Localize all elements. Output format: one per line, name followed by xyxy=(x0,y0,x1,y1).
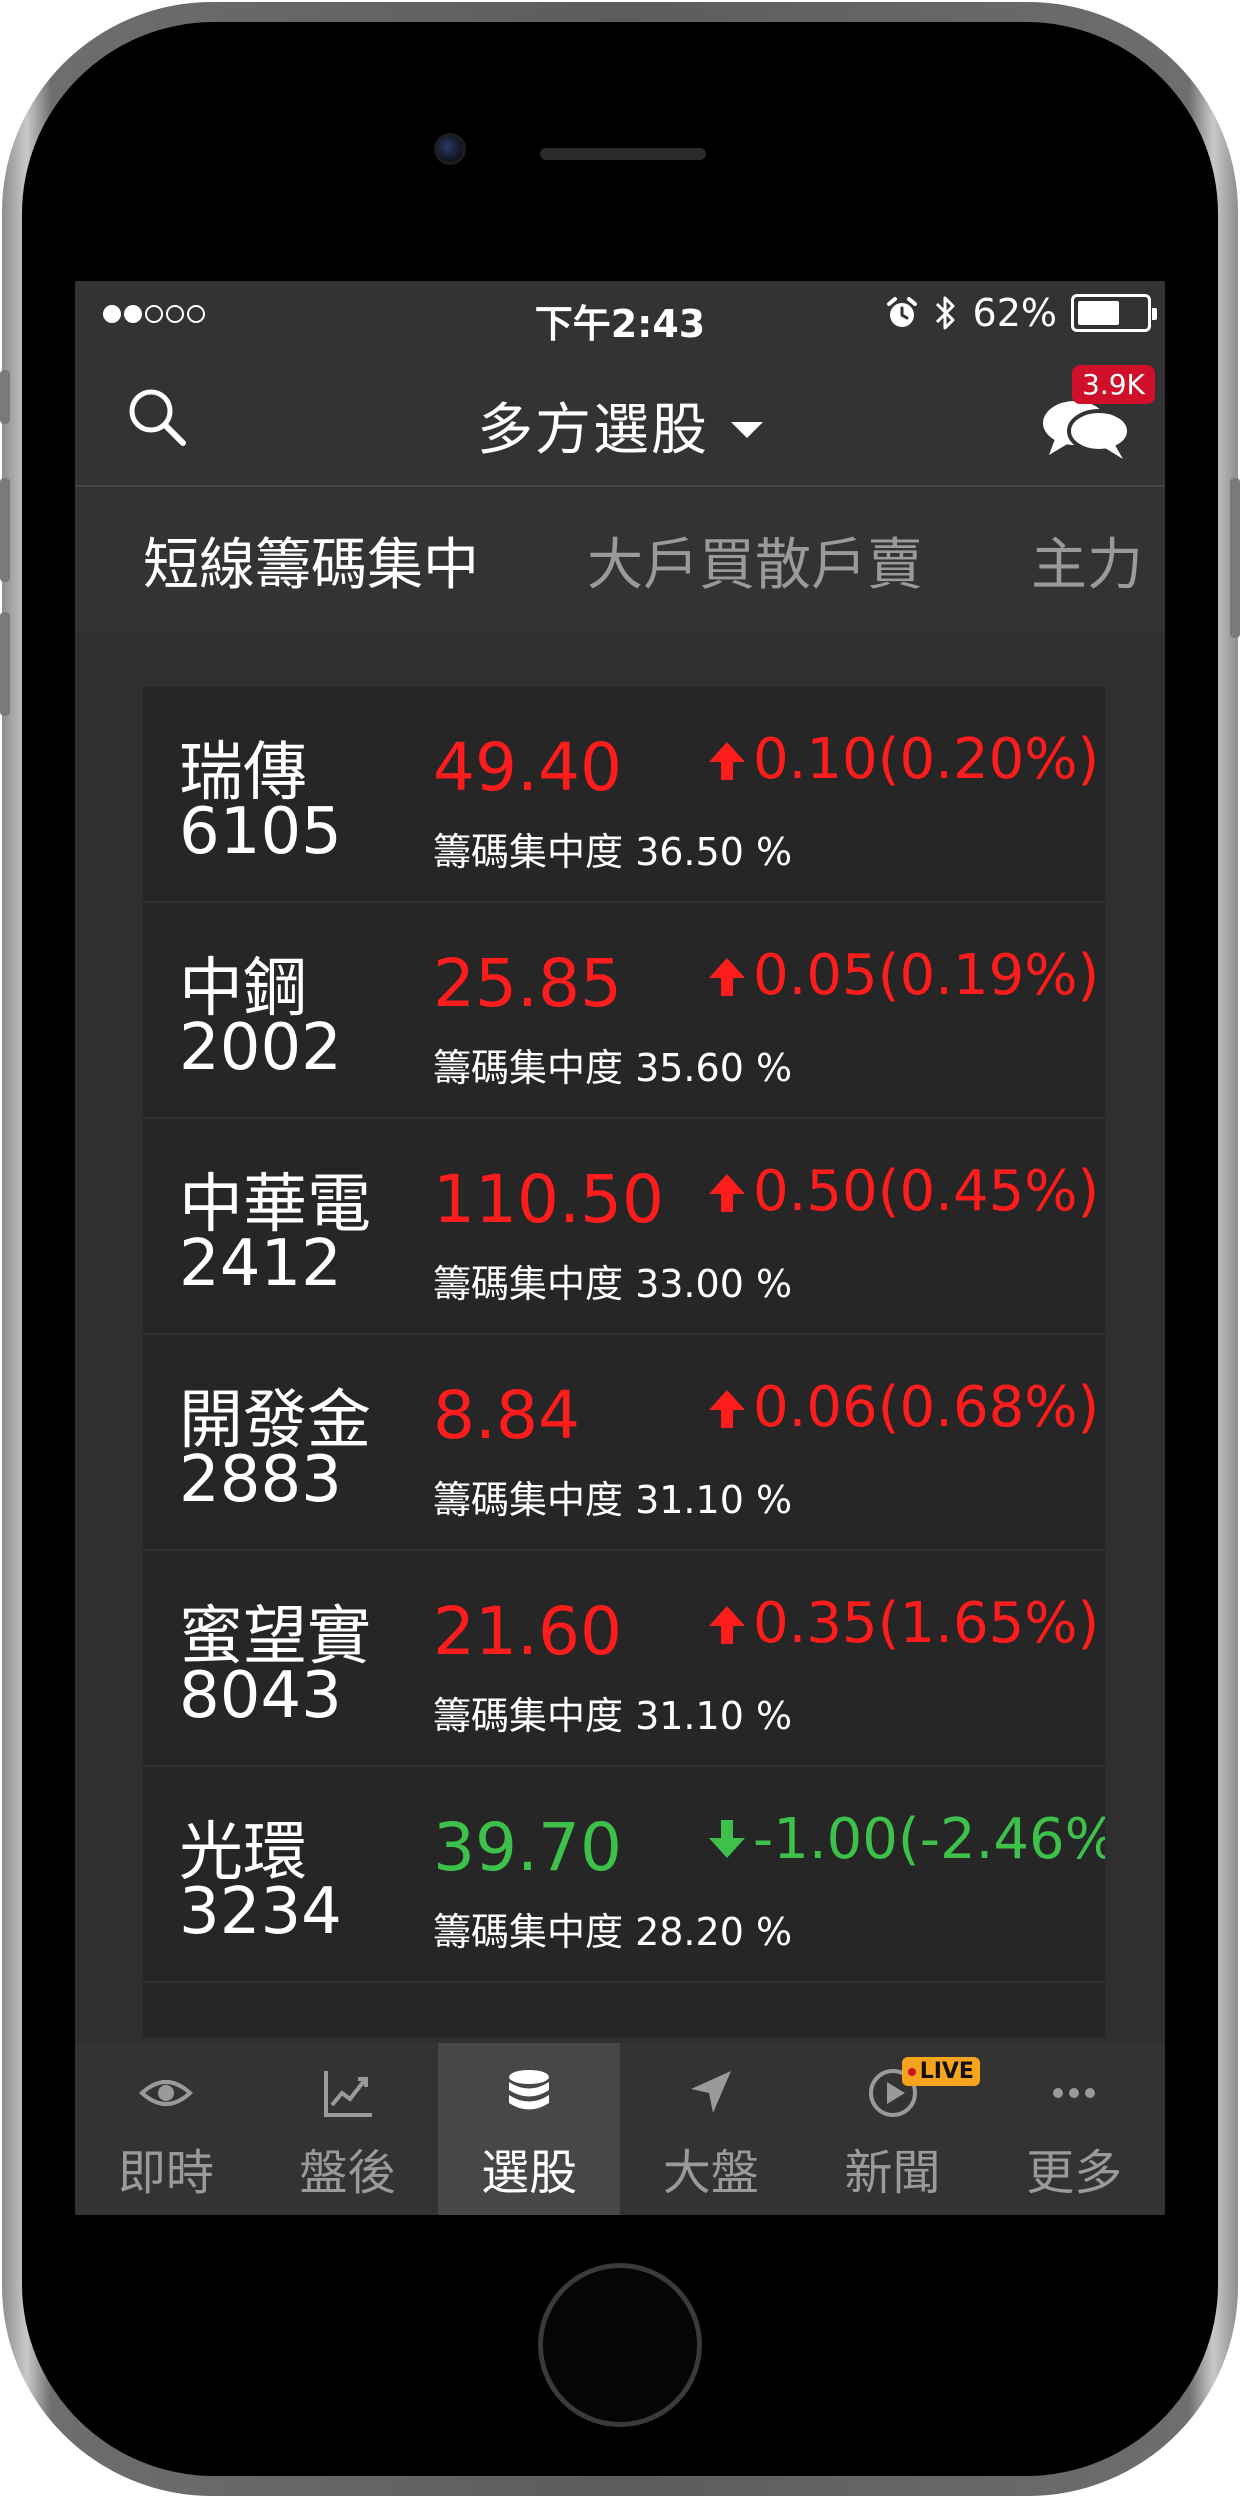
stock-change-value: -1.00(-2.46%) xyxy=(753,1807,1105,1872)
volume-up-button xyxy=(0,478,10,582)
arrow-up-icon xyxy=(709,1389,745,1428)
stock-row[interactable]: 瑞傳 6105 49.40 0.10(0.20%) 籌碼集中度 36.50 % xyxy=(143,687,1105,903)
tabbar-item-news[interactable]: 新聞 LIVE xyxy=(802,2043,984,2215)
stock-row[interactable]: 中鋼 2002 25.85 0.05(0.19%) 籌碼集中度 35.60 % xyxy=(143,903,1105,1119)
tabbar-label: 新聞 xyxy=(844,2145,941,2201)
arrow-down-icon xyxy=(709,1819,745,1858)
page-title: 多方選股 xyxy=(477,398,709,463)
status-bar: 下午2:43 62% xyxy=(75,281,1165,346)
stock-price: 21.60 xyxy=(433,1593,622,1670)
tab-short-term-concentration[interactable]: 短線籌碼集中 xyxy=(75,520,517,601)
concentration-text: 籌碼集中度 31.10 % xyxy=(433,1694,793,1738)
caret-down-icon xyxy=(731,421,763,438)
home-button[interactable] xyxy=(538,2263,702,2427)
tabbar-item-realtime[interactable]: 即時 xyxy=(75,2043,257,2215)
tabbar-item-more[interactable]: 更多 xyxy=(983,2043,1165,2215)
stock-change: -1.00(-2.46%) xyxy=(703,1807,1105,1872)
tabbar-item-after-hours[interactable]: 盤後 xyxy=(257,2043,439,2215)
alarm-icon xyxy=(886,297,917,327)
tab-main-force[interactable]: 主力 xyxy=(961,520,1165,601)
tabbar-label: 更多 xyxy=(1026,2145,1123,2201)
stock-price: 110.50 xyxy=(433,1161,664,1238)
stock-code: 2002 xyxy=(179,1011,342,1085)
tabbar-label: 選股 xyxy=(481,2145,578,2201)
stock-change: 0.35(1.65%) xyxy=(703,1591,1099,1656)
category-tabs: 短線籌碼集中 大戶買散戶賣 主力 xyxy=(75,487,1165,633)
tabbar-item-screener[interactable]: 選股 xyxy=(438,2043,621,2215)
stock-change: 0.50(0.45%) xyxy=(703,1159,1099,1224)
database-icon xyxy=(509,2070,550,2110)
stock-code: 2883 xyxy=(179,1443,342,1517)
live-badge: LIVE xyxy=(901,2057,980,2086)
concentration-text: 籌碼集中度 28.20 % xyxy=(433,1910,793,1954)
concentration-text: 籌碼集中度 31.10 % xyxy=(433,1478,793,1522)
concentration-text: 籌碼集中度 33.00 % xyxy=(433,1262,793,1306)
tab-big-holders-buy[interactable]: 大戶買散戶賣 xyxy=(517,520,961,601)
stock-change-value: 0.35(1.65%) xyxy=(753,1591,1100,1656)
navigation-arrow-icon xyxy=(690,2071,731,2113)
stock-row[interactable]: 中華電 2412 110.50 0.50(0.45%) 籌碼集中度 33.00 % xyxy=(143,1119,1105,1335)
stock-row[interactable]: 開發金 2883 8.84 0.06(0.68%) 籌碼集中度 31.10 % xyxy=(143,1335,1105,1551)
bottom-tab-bar: 即時 盤後 選股 大盤 新聞 LIVE 更多 xyxy=(75,2043,1165,2215)
stock-change-value: 0.10(0.20%) xyxy=(753,727,1100,792)
screener-dropdown[interactable]: 多方選股 xyxy=(75,385,1165,466)
stock-price: 49.40 xyxy=(433,729,622,806)
more-dots-icon xyxy=(1053,2088,1096,2098)
eye-icon xyxy=(138,2080,193,2106)
battery-icon xyxy=(1071,294,1157,332)
app-screen: 下午2:43 62% 多方選股 3.9K 短線籌碼集中 大戶買散戶賣 主力 瑞傳… xyxy=(75,281,1165,2215)
stock-code: 3234 xyxy=(179,1875,342,1949)
stock-change: 0.06(0.68%) xyxy=(703,1375,1099,1440)
navigation-bar: 多方選股 3.9K xyxy=(75,345,1165,487)
stock-row[interactable]: 光環 3234 39.70 -1.00(-2.46%) 籌碼集中度 28.20 % xyxy=(143,1767,1105,1983)
stock-row[interactable]: 蜜望實 8043 21.60 0.35(1.65%) 籌碼集中度 31.10 % xyxy=(143,1551,1105,1767)
stock-list: 瑞傳 6105 49.40 0.10(0.20%) 籌碼集中度 36.50 % 中鋼 200… xyxy=(143,687,1105,2037)
stock-code: 6105 xyxy=(179,795,342,869)
arrow-up-icon xyxy=(709,1173,745,1212)
mute-switch xyxy=(0,370,10,424)
front-camera xyxy=(434,133,466,165)
stock-change-value: 0.06(0.68%) xyxy=(753,1375,1100,1440)
stock-price: 8.84 xyxy=(433,1377,580,1454)
stock-change-value: 0.05(0.19%) xyxy=(753,943,1100,1008)
arrow-up-icon xyxy=(709,1605,745,1644)
concentration-text: 籌碼集中度 35.60 % xyxy=(433,1046,793,1090)
battery-percentage: 62% xyxy=(972,291,1057,335)
power-button xyxy=(1230,478,1240,638)
status-right: 62% xyxy=(885,291,1157,335)
tabbar-item-market[interactable]: 大盤 xyxy=(620,2043,802,2215)
stock-change-value: 0.50(0.45%) xyxy=(753,1159,1100,1224)
arrow-up-icon xyxy=(709,957,745,996)
stock-code: 8043 xyxy=(179,1659,342,1733)
stock-code: 2412 xyxy=(179,1227,342,1301)
stock-change: 0.10(0.20%) xyxy=(703,727,1099,792)
tabbar-label: 即時 xyxy=(117,2145,214,2201)
stock-price: 25.85 xyxy=(433,945,622,1022)
tabbar-label: 大盤 xyxy=(662,2145,759,2201)
chat-count-badge: 3.9K xyxy=(1072,365,1155,404)
stock-change: 0.05(0.19%) xyxy=(703,943,1099,1008)
tabbar-label: 盤後 xyxy=(299,2145,396,2201)
chart-icon xyxy=(323,2071,372,2117)
earpiece-speaker xyxy=(540,148,706,160)
concentration-text: 籌碼集中度 36.50 % xyxy=(433,830,793,874)
arrow-up-icon xyxy=(709,741,745,780)
bluetooth-icon xyxy=(935,296,955,330)
stock-price: 39.70 xyxy=(433,1809,622,1886)
volume-down-button xyxy=(0,612,10,716)
